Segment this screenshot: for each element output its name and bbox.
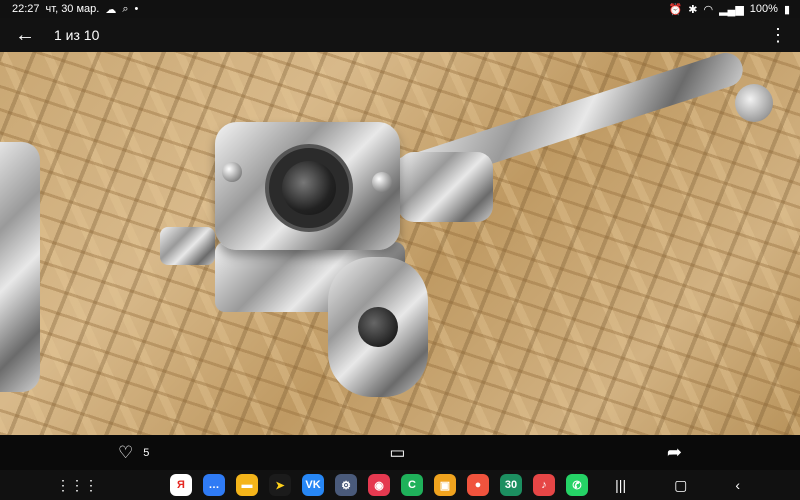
vk-icon[interactable]: VK	[302, 474, 324, 496]
status-time: 22:27	[12, 3, 40, 15]
chevron-left-icon: ‹	[735, 476, 740, 493]
battery-icon: ▮	[783, 3, 790, 16]
action-bar: ♡ 5 ▭ ➦	[0, 435, 800, 470]
second-part-edge	[0, 142, 40, 392]
wifi-icon: ◠	[703, 3, 714, 16]
recents-button[interactable]: |||	[615, 477, 626, 494]
share-icon: ➦	[666, 442, 682, 462]
screen-recorder-icon[interactable]: ◉	[368, 474, 390, 496]
back-nav-button[interactable]: ‹	[735, 477, 740, 494]
signal-icon: ▂▄▆	[719, 3, 744, 16]
messages-icon[interactable]: …	[203, 474, 225, 496]
brake-line-fitting	[160, 227, 215, 265]
share-button[interactable]: ➦	[667, 442, 682, 463]
viewer-app-bar: ← 1 из 10 ⋮	[0, 18, 800, 52]
photo-viewer[interactable]	[0, 52, 800, 435]
page-title: 1 из 10	[54, 27, 100, 43]
battery-text: 100%	[749, 3, 778, 15]
home-button[interactable]: ▢	[674, 477, 687, 494]
recents-icon: |||	[615, 476, 627, 493]
app-dock: Я … ▬ ➤ VK ⚙ ◉ C ▣ ● 30 ♪ ✆	[170, 474, 588, 496]
status-date: чт, 30 мар.	[45, 3, 100, 15]
sight-glass	[282, 161, 336, 215]
app-drawer-button[interactable]: ⋮⋮⋮	[56, 477, 98, 494]
arrow-left-icon: ←	[15, 23, 35, 46]
cover-screw	[372, 172, 392, 192]
store-icon[interactable]: ▣	[434, 474, 456, 496]
like-count: 5	[143, 446, 150, 459]
lever-tip	[735, 84, 773, 122]
whatsapp-icon[interactable]: ✆	[566, 474, 588, 496]
navigation-bar: ⋮⋮⋮ Я … ▬ ➤ VK ⚙ ◉ C ▣ ● 30 ♪ ✆ ||| ▢ ‹	[0, 470, 800, 500]
switch-knob	[358, 307, 398, 347]
dot-icon: •	[134, 3, 139, 15]
comment-button[interactable]: ▭	[389, 443, 405, 463]
back-button[interactable]: ←	[12, 22, 38, 48]
home-icon: ▢	[674, 476, 688, 493]
more-options-button[interactable]: ⋮	[768, 25, 788, 46]
status-bar: 22:27 чт, 30 мар. ☁ ⌕ • ⏰ ✱ ◠ ▂▄▆ 100% ▮	[0, 0, 800, 18]
cover-screw	[222, 162, 242, 182]
music-icon[interactable]: ♪	[533, 474, 555, 496]
files-icon[interactable]: ▬	[236, 474, 258, 496]
search-status-icon: ⌕	[122, 2, 129, 15]
calendar-icon[interactable]: 30	[500, 474, 522, 496]
yandex-icon[interactable]: Я	[170, 474, 192, 496]
kebab-menu-icon: ⋮	[769, 24, 787, 45]
heart-icon: ♡	[118, 442, 134, 462]
navigator-icon[interactable]: ➤	[269, 474, 291, 496]
grid-icon: ⋮⋮⋮	[56, 476, 98, 493]
lever-pivot	[398, 152, 493, 222]
bluetooth-icon: ✱	[688, 3, 698, 16]
like-button[interactable]: ♡ 5	[118, 443, 149, 463]
comment-icon: ▭	[389, 442, 406, 462]
alarm-icon: ⏰	[668, 3, 683, 16]
cloud-icon: ☁	[105, 3, 117, 16]
phone-icon[interactable]: C	[401, 474, 423, 496]
contacts-icon[interactable]: ●	[467, 474, 489, 496]
settings-icon[interactable]: ⚙	[335, 474, 357, 496]
